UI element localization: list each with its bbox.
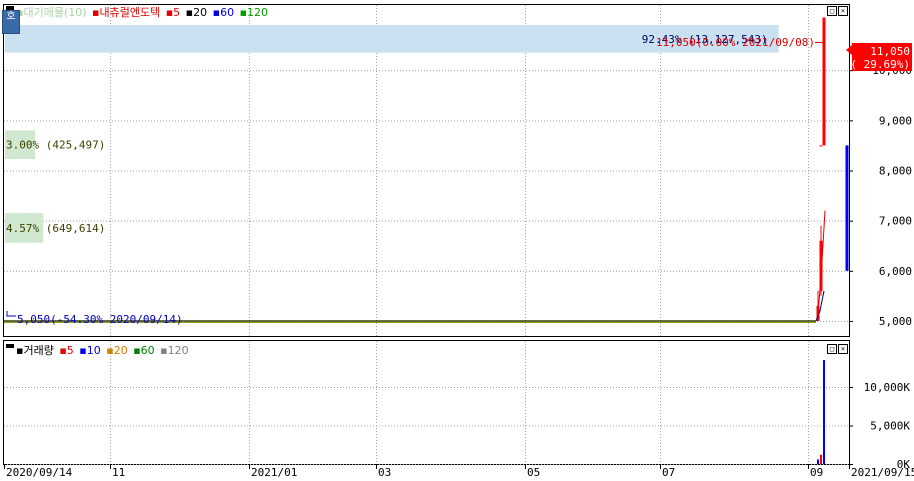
- close-icon[interactable]: ×: [838, 6, 848, 16]
- legend-vol-ma5[interactable]: ▪5: [59, 344, 73, 357]
- price-ytick-label-3: 8,000: [879, 165, 912, 178]
- volume-bar-0: [817, 459, 819, 464]
- price-ytick-label-0: 5,000: [879, 315, 912, 328]
- candle-body-4: [845, 145, 849, 271]
- low-annotation: 5,050(-54.30% 2020/09/14): [17, 313, 183, 326]
- price-marks: [4, 17, 849, 323]
- xtick-label-4: 05: [527, 466, 540, 479]
- candle-body-3: [822, 17, 826, 146]
- legend-ma20[interactable]: ▪20: [186, 6, 207, 19]
- chart-window: 92.43% (13,127,543) 3.00% (425,497) 4.57% …: [0, 0, 914, 481]
- xtick-label-6: 09: [810, 466, 823, 479]
- volume-close-icon[interactable]: ×: [838, 344, 848, 354]
- legend-vol-ma10[interactable]: ▪10: [79, 344, 100, 357]
- panel-menu-icon[interactable]: [6, 6, 14, 10]
- legend-stock-name[interactable]: ▪내츄럴엔도텍: [92, 6, 160, 19]
- volume-bar-2: [823, 360, 825, 464]
- volume-ytick-label-1: 5,000K: [870, 419, 910, 432]
- price-ytick-label-2: 7,000: [879, 215, 912, 228]
- price-ytick-label-1: 6,000: [879, 265, 912, 278]
- legend-vol-ma60[interactable]: ▪60: [133, 344, 154, 357]
- legend-ma60[interactable]: ▪60: [213, 6, 234, 19]
- volume-ytick-label-2: 10,000K: [864, 381, 911, 394]
- volume-bar-1: [820, 454, 822, 464]
- volume-legend: ▪거래량 ▪5 ▪10 ▪20 ▪60 ▪120: [16, 344, 191, 358]
- xtick-label-2: 2021/01: [251, 466, 297, 479]
- price-legend: ▪대기매물(10) ▪내츄럴엔도텍 ▪5 ▪20 ▪60 ▪120: [16, 6, 270, 20]
- maximize-icon[interactable]: □: [827, 6, 837, 16]
- legend-ma120[interactable]: ▪120: [240, 6, 268, 19]
- high-annotation: 11,050(0.00% 2021/09/08): [656, 36, 815, 49]
- legend-volume-profile[interactable]: ▪대기매물(10): [16, 6, 87, 19]
- volume-profile: 92.43% (13,127,543)3.00% (425,497)4.57% …: [5, 25, 779, 243]
- price-ytick-label-4: 9,000: [879, 114, 912, 127]
- hoga-button[interactable]: 호: [2, 10, 20, 34]
- candle-body-2: [819, 145, 823, 147]
- chart-canvas[interactable]: 92.43% (13,127,543)3.00% (425,497)4.57% …: [0, 0, 914, 481]
- xtick-label-5: 07: [662, 466, 675, 479]
- xtick-label-7: 2021/09/15: [851, 466, 914, 479]
- current-price-label: 11,050: [870, 45, 910, 58]
- legend-vol-ma20[interactable]: ▪20: [106, 344, 127, 357]
- xtick-label-3: 03: [378, 466, 391, 479]
- low-annotation-arrow: [6, 311, 16, 317]
- price-y-axis: 5,0006,0007,0008,0009,00010,00011,050( 2…: [846, 43, 912, 328]
- volume-profile-label-2: 4.57% (649,614): [6, 222, 105, 235]
- volume-maximize-icon[interactable]: □: [827, 344, 837, 354]
- legend-volume[interactable]: ▪거래량: [16, 344, 54, 357]
- volume-gridlines: [4, 341, 849, 465]
- legend-vol-ma120[interactable]: ▪120: [160, 344, 188, 357]
- legend-ma5[interactable]: ▪5: [166, 6, 180, 19]
- xtick-label-0: 2020/09/14: [6, 466, 73, 479]
- price-gridlines: [4, 5, 849, 336]
- volume-y-axis: 0K5,000K10,000K: [849, 381, 910, 471]
- xtick-label-1: 11: [112, 466, 125, 479]
- volume-marks: [817, 360, 825, 464]
- volume-panel-menu-icon[interactable]: [6, 344, 14, 348]
- volume-profile-label-1: 3.00% (425,497): [6, 139, 105, 152]
- price-annotations: 11,050(0.00% 2021/09/08) 5,050(-54.30% 20…: [6, 36, 825, 326]
- current-change-label: ( 29.69%): [850, 58, 910, 71]
- volume-panel-frame: [3, 340, 850, 465]
- date-x-axis: 2020/09/14 11 2021/01 03 05 07 09 2021/09/15: [4, 464, 914, 479]
